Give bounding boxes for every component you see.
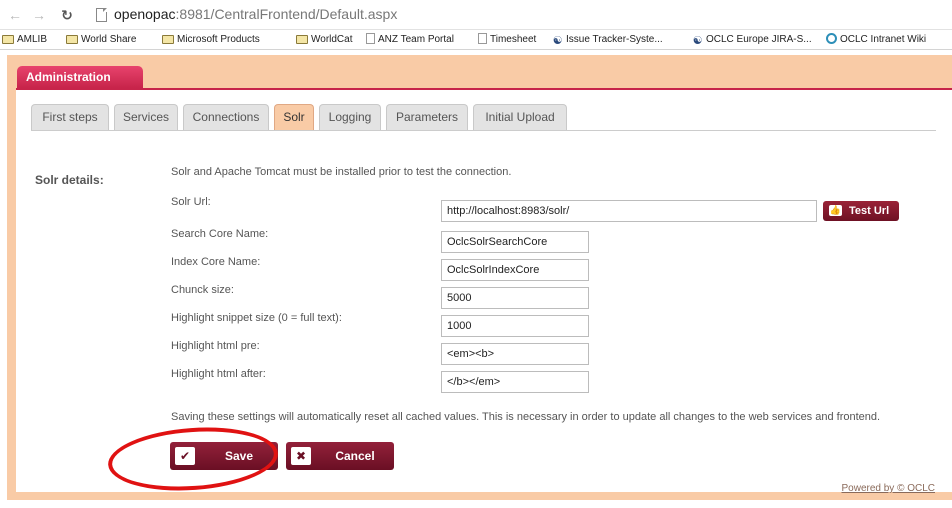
tab-initial-upload[interactable]: Initial Upload: [473, 104, 567, 130]
snippet-size-field[interactable]: [441, 315, 589, 337]
tab-first-steps[interactable]: First steps: [31, 104, 109, 130]
cancel-label: Cancel: [335, 449, 375, 463]
tab-services[interactable]: Services: [114, 104, 178, 130]
bookmark-timesheet[interactable]: Timesheet: [478, 33, 536, 47]
field-label-search-core: Search Core Name:: [171, 228, 269, 240]
bookmark-label: ANZ Team Portal: [378, 34, 454, 45]
bookmark-amlib[interactable]: AMLIB: [2, 33, 47, 47]
tab-underline: [31, 130, 936, 131]
page-icon: [96, 8, 107, 22]
bookmark-label: OCLC Intranet Wiki: [840, 34, 927, 45]
section-label: Solr details:: [35, 173, 104, 187]
tab-solr[interactable]: Solr: [274, 104, 314, 130]
arrow-right-icon[interactable]: →: [30, 6, 48, 24]
test-url-label: Test Url: [849, 205, 890, 217]
person-icon: ☯: [552, 35, 563, 47]
tab-connections[interactable]: Connections: [183, 104, 269, 130]
chunck-size-input[interactable]: [447, 292, 588, 304]
cancel-button[interactable]: ✖ Cancel: [286, 442, 394, 470]
folder-icon: [296, 35, 308, 44]
bookmark-label: WorldCat: [311, 34, 353, 45]
field-label-snippet-size: Highlight snippet size (0 = full text):: [171, 312, 342, 324]
save-button[interactable]: ✔ Save: [170, 442, 278, 470]
bookmarks-bar: AMLIB World Share Microsoft Products Wor…: [0, 30, 952, 50]
tab-parameters[interactable]: Parameters: [386, 104, 468, 130]
field-label-chunck-size: Chunck size:: [171, 284, 234, 296]
bookmark-oclc-europe-jira[interactable]: ☯ OCLC Europe JIRA-S...: [692, 33, 812, 47]
field-label-html-after: Highlight html after:: [171, 368, 266, 380]
search-core-field[interactable]: [441, 231, 589, 253]
html-pre-input[interactable]: [447, 348, 588, 360]
bookmark-world-share[interactable]: World Share: [66, 33, 136, 47]
thumbs-up-icon: 👍: [829, 205, 842, 216]
bookmark-label: Timesheet: [490, 34, 537, 45]
powered-by-link[interactable]: Powered by © OCLC: [841, 483, 935, 494]
html-pre-field[interactable]: [441, 343, 589, 365]
solr-url-field[interactable]: [441, 200, 817, 222]
bookmark-label: AMLIB: [17, 34, 48, 45]
intro-text: Solr and Apache Tomcat must be installed…: [171, 166, 512, 178]
bookmark-oclc-intranet-wiki[interactable]: OCLC Intranet Wiki: [826, 33, 926, 47]
search-core-input[interactable]: [447, 236, 588, 248]
page-icon: [478, 33, 487, 44]
field-label-html-pre: Highlight html pre:: [171, 340, 260, 352]
html-after-field[interactable]: [441, 371, 589, 393]
folder-icon: [2, 35, 14, 44]
swirl-icon: [826, 33, 837, 44]
url-field[interactable]: openopac:8981/CentralFrontend/Default.as…: [114, 6, 397, 22]
bookmark-label: Issue Tracker-Syste...: [566, 34, 663, 45]
folder-icon: [66, 35, 78, 44]
snippet-size-input[interactable]: [447, 320, 588, 332]
test-url-button[interactable]: 👍 Test Url: [823, 201, 899, 221]
field-label-index-core: Index Core Name:: [171, 256, 261, 268]
html-after-input[interactable]: [447, 376, 588, 388]
folder-icon: [162, 35, 174, 44]
bookmark-issue-tracker[interactable]: ☯ Issue Tracker-Syste...: [552, 33, 663, 47]
bookmark-label: Microsoft Products: [177, 34, 260, 45]
tab-logging[interactable]: Logging: [319, 104, 381, 130]
save-label: Save: [224, 449, 254, 463]
administration-tab[interactable]: Administration: [17, 66, 143, 88]
notice-text: Saving these settings will automatically…: [171, 411, 881, 423]
page-icon: [366, 33, 375, 44]
url-path: :8981/CentralFrontend/Default.aspx: [175, 6, 398, 22]
arrow-left-icon[interactable]: ←: [6, 6, 24, 24]
url-host: openopac: [114, 6, 176, 22]
index-core-input[interactable]: [447, 264, 588, 276]
field-label-solr-url: Solr Url:: [171, 196, 211, 208]
bookmark-worldcat[interactable]: WorldCat: [296, 33, 353, 47]
solr-url-input[interactable]: [447, 205, 816, 217]
bookmark-label: OCLC Europe JIRA-S...: [706, 34, 812, 45]
bookmark-microsoft-products[interactable]: Microsoft Products: [162, 33, 260, 47]
browser-address-bar: ← → ↻ openopac:8981/CentralFrontend/Defa…: [0, 0, 952, 30]
bookmark-anz-team-portal[interactable]: ANZ Team Portal: [366, 33, 454, 47]
index-core-field[interactable]: [441, 259, 589, 281]
reload-icon[interactable]: ↻: [58, 6, 76, 24]
person-icon: ☯: [692, 35, 703, 47]
bookmark-label: World Share: [81, 34, 137, 45]
chunck-size-field[interactable]: [441, 287, 589, 309]
